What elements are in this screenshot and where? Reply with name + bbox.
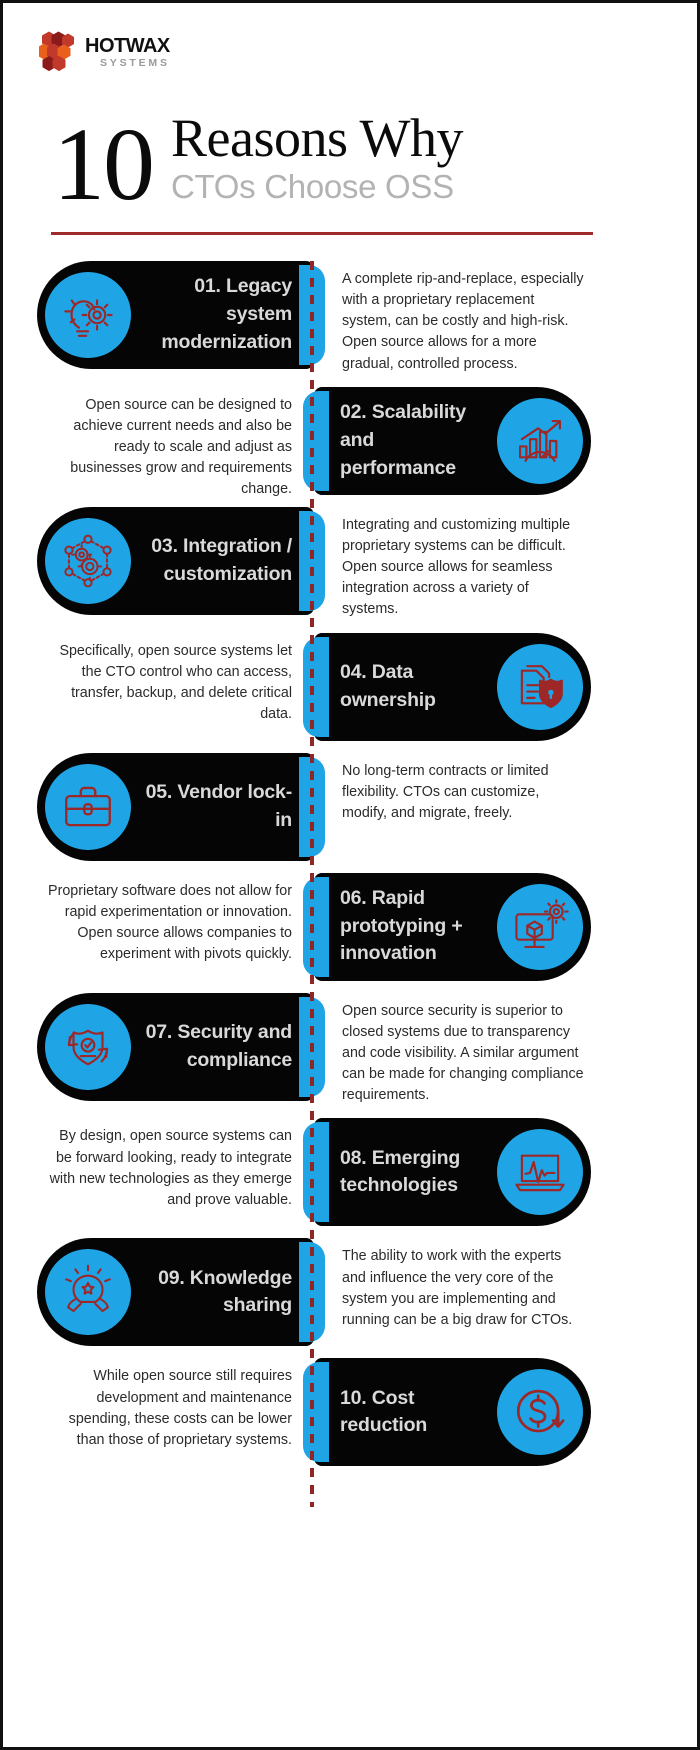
pill-cap — [303, 876, 329, 977]
dollar-coin-arrow-icon — [497, 1369, 583, 1456]
reason-list: 01. Legacy system modernization A comple… — [3, 261, 697, 1478]
pill-cap — [303, 1362, 329, 1463]
reason-pill-07[interactable]: 07. Security and compliance — [37, 992, 325, 1101]
pill-cap — [303, 1122, 329, 1223]
reason-title: 02. Scalability and performance — [340, 401, 466, 479]
list-item: Specifically, open source systems let th… — [3, 632, 697, 741]
infographic-page: HOTWAX SYSTEMS 10 Reasons Why CTOs Choos… — [0, 0, 700, 1750]
network-gears-icon — [45, 517, 131, 604]
reason-description: Open source can be designed to achieve c… — [70, 396, 292, 498]
documents-shield-lock-icon — [497, 643, 583, 730]
reason-description: By design, open source systems can be fo… — [49, 1128, 292, 1208]
list-item: While open source still requires develop… — [3, 1358, 697, 1467]
reason-title: 07. Security and compliance — [145, 1020, 293, 1071]
brain-hands-sharing-icon — [45, 1249, 131, 1336]
reason-description: No long-term contracts or limited flexib… — [342, 762, 549, 821]
reason-description: A complete rip-and-replace, especially w… — [342, 271, 584, 372]
honeycomb-hexagons-icon — [39, 31, 74, 72]
list-item: 01. Legacy system modernization A comple… — [3, 261, 697, 375]
brand-subtitle: SYSTEMS — [100, 57, 170, 69]
pill-cap — [303, 636, 329, 737]
reason-description: Proprietary software does not allow for … — [48, 882, 292, 963]
reason-pill-09[interactable]: 09. Knowledge sharing — [37, 1238, 325, 1347]
reason-title: 09. Knowledge sharing — [158, 1266, 292, 1317]
pill-cap — [303, 390, 329, 491]
reason-pill-02[interactable]: 02. Scalability and performance — [303, 386, 591, 495]
timeline-spine — [310, 261, 314, 1507]
reason-title: 03. Integration / customization — [151, 535, 292, 585]
headline-subtitle: CTOs Choose OSS — [171, 168, 454, 206]
reason-pill-03[interactable]: 03. Integration / customization — [37, 506, 325, 615]
reason-description: The ability to work with the experts and… — [342, 1248, 573, 1328]
reason-description: Integrating and customizing multiple pro… — [342, 516, 571, 618]
reason-description: While open source still requires develop… — [68, 1368, 292, 1448]
reason-pill-08[interactable]: 08. Emerging technologies — [303, 1118, 591, 1227]
reason-title: 10. Cost reduction — [340, 1386, 428, 1437]
bar-chart-growth-icon — [497, 397, 583, 484]
laptop-pulse-icon — [497, 1129, 583, 1216]
reason-title: 04. Data ownership — [340, 660, 436, 711]
reason-pill-06[interactable]: 06. Rapid prototyping + innovation — [303, 872, 591, 981]
reason-pill-05[interactable]: 05. Vendor lock-in — [37, 752, 325, 861]
reason-pill-01[interactable]: 01. Legacy system modernization — [37, 261, 325, 369]
monitor-cube-gear-icon — [497, 883, 583, 970]
reason-pill-10[interactable]: 10. Cost reduction — [303, 1358, 591, 1467]
shield-check-cycle-icon — [45, 1003, 131, 1090]
list-item: 03. Integration / customization Integrat… — [3, 506, 697, 621]
list-item: 05. Vendor lock-in No long-term contract… — [3, 752, 697, 861]
list-item: Open source can be designed to achieve c… — [3, 386, 697, 497]
reason-title: 06. Rapid prototyping + innovation — [340, 887, 463, 965]
list-item: Proprietary software does not allow for … — [3, 872, 697, 981]
list-item: 09. Knowledge sharing The ability to wor… — [3, 1238, 697, 1347]
brand-logo: HOTWAX SYSTEMS — [39, 31, 170, 73]
reason-description: Open source security is superior to clos… — [342, 1002, 584, 1104]
reason-title: 05. Vendor lock-in — [145, 780, 293, 831]
title-divider — [51, 232, 593, 235]
reason-pill-04[interactable]: 04. Data ownership — [303, 632, 591, 741]
headline-number: 10 — [53, 106, 155, 222]
reason-title: 08. Emerging technologies — [340, 1146, 461, 1197]
lightbulb-gear-icon — [45, 272, 131, 358]
page-title: 10 Reasons Why CTOs Choose OSS — [53, 106, 653, 222]
reason-description: Specifically, open source systems let th… — [59, 642, 292, 723]
headline-title: Reasons Why — [171, 108, 463, 168]
list-item: By design, open source systems can be fo… — [3, 1118, 697, 1227]
list-item: 07. Security and compliance Open source … — [3, 992, 697, 1107]
reason-title: 01. Legacy system modernization — [161, 275, 292, 353]
brand-name: HOTWAX — [85, 35, 170, 57]
briefcase-icon — [45, 763, 131, 850]
